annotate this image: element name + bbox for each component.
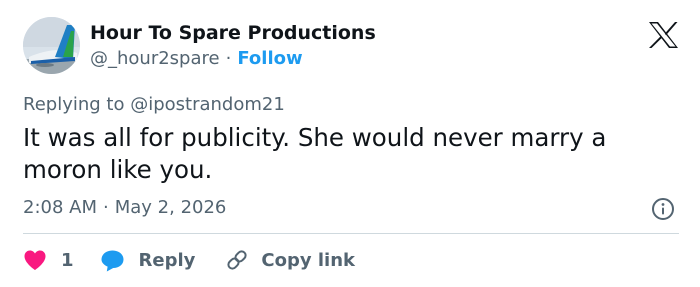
- tweet-time: 2:08 AM: [23, 197, 97, 218]
- airplane-avatar-image: [23, 17, 80, 74]
- reply-button[interactable]: Reply: [100, 249, 196, 272]
- handle-separator: ·: [225, 48, 232, 69]
- author-handle[interactable]: @_hour2spare: [90, 48, 220, 69]
- replying-to-label: Replying to @ipostrandom21: [23, 94, 285, 115]
- divider: [23, 233, 679, 234]
- follow-button[interactable]: Follow: [237, 48, 302, 69]
- tweet-timestamp[interactable]: 2:08 AM · May 2, 2026: [23, 197, 226, 218]
- author-handle-line: @_hour2spare · Follow: [90, 48, 303, 69]
- heart-icon: [24, 250, 46, 270]
- tweet-text: It was all for publicity. She would neve…: [23, 123, 607, 184]
- like-count: 1: [61, 249, 74, 271]
- x-logo-icon[interactable]: [648, 21, 679, 49]
- avatar[interactable]: [23, 17, 80, 74]
- like-button[interactable]: 1: [23, 249, 74, 271]
- author-name[interactable]: Hour To Spare Productions: [90, 22, 376, 44]
- copy-link-label: Copy link: [261, 249, 355, 271]
- tweet-date: May 2, 2026: [114, 197, 227, 218]
- link-icon: [227, 250, 247, 270]
- reply-label: Reply: [138, 249, 196, 271]
- timestamp-separator: ·: [103, 197, 109, 218]
- tweet-actions: 1 Reply Copy link: [23, 244, 355, 276]
- reply-bubble-icon: [101, 250, 124, 271]
- info-icon[interactable]: [651, 197, 675, 221]
- copy-link-button[interactable]: Copy link: [225, 248, 355, 272]
